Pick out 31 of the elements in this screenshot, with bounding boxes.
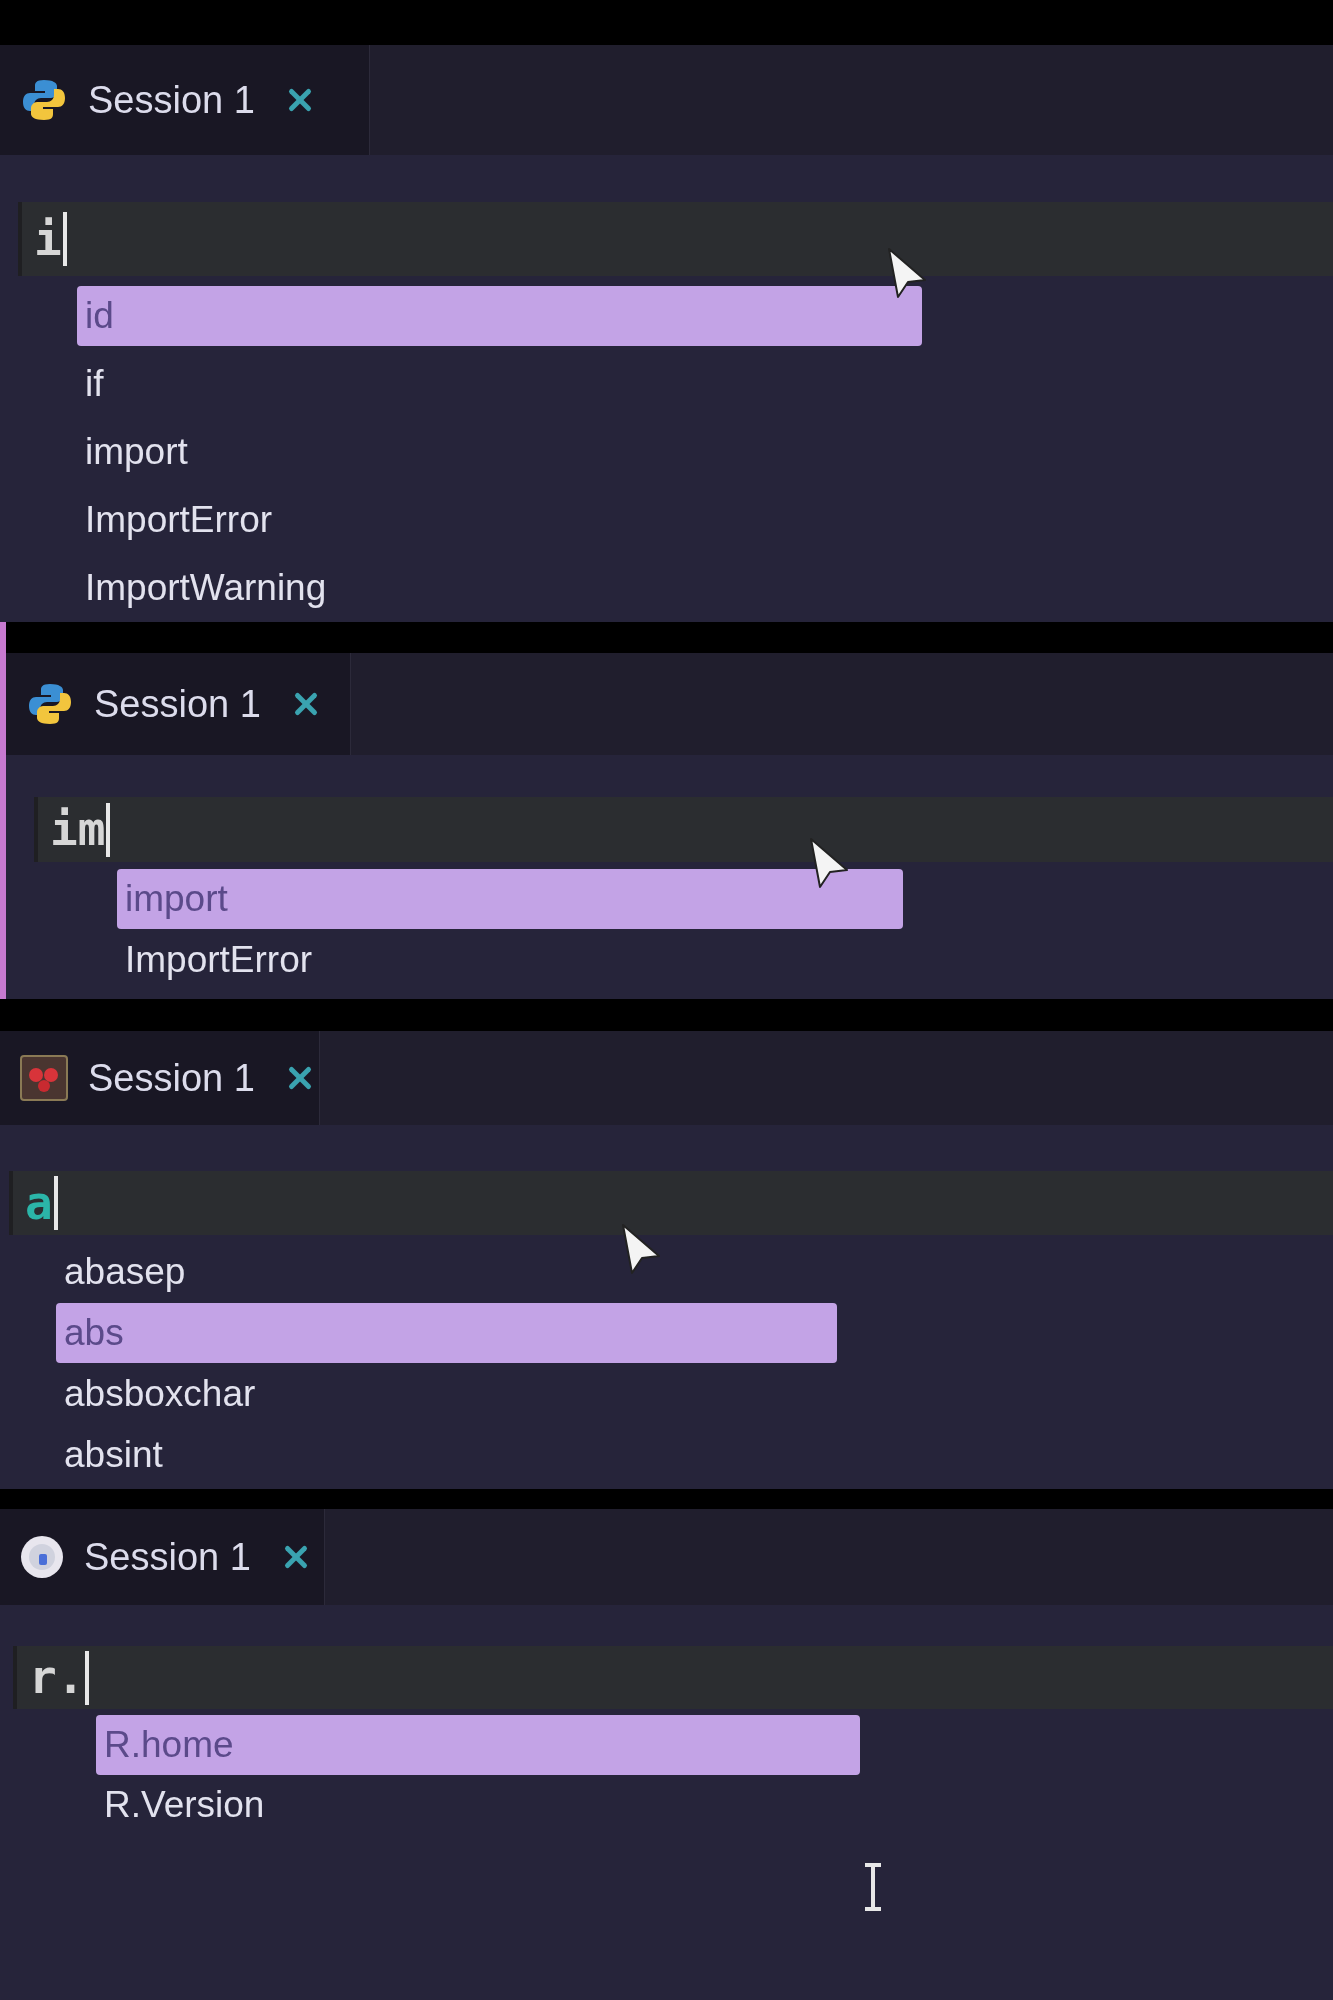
input-field[interactable]: im — [34, 797, 1333, 862]
dots-logo-icon — [20, 1055, 68, 1101]
circle-logo-icon — [20, 1535, 64, 1579]
input-text: i — [34, 210, 62, 268]
input-field[interactable]: a — [9, 1171, 1333, 1235]
input-text: r. — [29, 1649, 85, 1706]
text-caret — [62, 212, 67, 266]
suggestion-item[interactable]: R.Version — [96, 1775, 860, 1835]
suggestion-item[interactable]: import — [77, 422, 922, 482]
input-field[interactable]: r. — [13, 1646, 1333, 1709]
text-caret — [106, 802, 111, 857]
session-tab[interactable]: Session 1 — [0, 1509, 325, 1605]
suggestion-item[interactable]: abasep — [56, 1241, 837, 1302]
input-text: a — [25, 1174, 53, 1232]
input-text: im — [50, 801, 106, 858]
input-field[interactable]: i — [18, 202, 1333, 276]
mouse-pointer-icon — [620, 1222, 662, 1276]
mouse-pointer-icon — [886, 246, 928, 300]
suggestion-item[interactable]: absint — [56, 1424, 837, 1485]
suggestion-item[interactable]: ImportError — [117, 929, 903, 990]
session-tab[interactable]: Session 1 — [0, 45, 370, 155]
suggestion-item[interactable]: absboxchar — [56, 1363, 837, 1424]
session-tab[interactable]: Session 1 — [0, 1031, 320, 1125]
suggestion-item[interactable]: ImportError — [77, 490, 922, 550]
session-tab[interactable]: Session 1 — [6, 653, 351, 755]
suggestion-item[interactable]: ImportWarning — [77, 558, 922, 618]
text-caret — [53, 1176, 58, 1230]
mouse-pointer-icon — [808, 836, 850, 890]
text-cursor-icon — [862, 1862, 884, 1912]
text-caret — [85, 1650, 90, 1705]
suggestion-item[interactable]: if — [77, 354, 922, 414]
